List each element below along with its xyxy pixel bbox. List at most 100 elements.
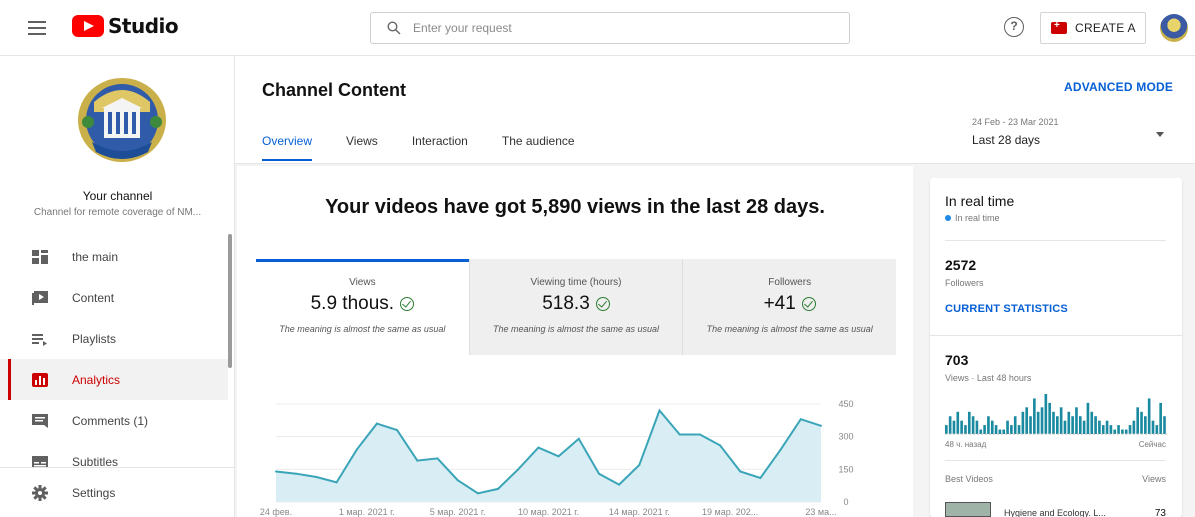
data-point[interactable] (597, 472, 600, 475)
chevron-down-icon[interactable] (1156, 132, 1164, 137)
realtime-bar[interactable] (1109, 425, 1113, 434)
realtime-bar[interactable] (975, 420, 979, 434)
sidebar-item-content[interactable]: Content (0, 277, 228, 318)
realtime-bar[interactable] (983, 425, 986, 434)
realtime-bar[interactable] (1029, 416, 1032, 434)
sidebar-item-playlists[interactable]: Playlists (0, 318, 228, 359)
data-point[interactable] (355, 448, 358, 451)
realtime-bar[interactable] (1036, 411, 1040, 434)
data-point[interactable] (517, 468, 520, 471)
realtime-bar[interactable] (1098, 420, 1101, 434)
data-point[interactable] (436, 457, 439, 460)
realtime-bar[interactable] (1082, 420, 1086, 434)
data-point[interactable] (739, 470, 742, 473)
realtime-bar[interactable] (960, 420, 963, 434)
help-icon[interactable]: ? (1004, 17, 1024, 37)
metric-card-views[interactable]: Views 5.9 thous. The meaning is almost t… (256, 259, 469, 355)
realtime-bar[interactable] (1140, 411, 1143, 434)
realtime-bar[interactable] (967, 411, 971, 434)
data-point[interactable] (678, 433, 681, 436)
realtime-bar[interactable] (1147, 398, 1151, 434)
data-point[interactable] (456, 479, 459, 482)
data-point[interactable] (820, 424, 822, 427)
realtime-bar[interactable] (987, 416, 990, 434)
realtime-bar[interactable] (1017, 425, 1021, 434)
account-avatar[interactable] (1160, 14, 1188, 42)
top-video-title[interactable]: Hygiene and Ecology. L... (1004, 508, 1106, 517)
data-point[interactable] (638, 463, 641, 466)
realtime-bar[interactable] (1006, 420, 1009, 434)
tab-audience[interactable]: The audience (502, 134, 575, 161)
realtime-bar[interactable] (945, 425, 948, 434)
sidebar-item-comments[interactable]: Comments (1) (0, 400, 228, 441)
realtime-bar[interactable] (1052, 411, 1055, 434)
realtime-bar[interactable] (1113, 429, 1117, 434)
realtime-bar[interactable] (1063, 420, 1067, 434)
realtime-bar[interactable] (1132, 420, 1136, 434)
realtime-bar[interactable] (948, 416, 952, 434)
sidebar-item-settings[interactable]: Settings (0, 467, 235, 517)
realtime-bar[interactable] (998, 429, 1002, 434)
realtime-bar[interactable] (1086, 402, 1090, 434)
current-statistics-link[interactable]: CURRENT STATISTICS (945, 303, 1068, 315)
data-point[interactable] (537, 446, 540, 449)
data-point[interactable] (759, 477, 762, 480)
tab-interaction[interactable]: Interaction (412, 134, 468, 161)
realtime-bar[interactable] (1025, 407, 1029, 434)
realtime-bar[interactable] (1117, 425, 1120, 434)
sidebar-item-main[interactable]: the main (0, 236, 228, 277)
video-thumbnail[interactable] (945, 502, 991, 517)
menu-icon[interactable] (28, 18, 52, 38)
realtime-bar[interactable] (994, 425, 998, 434)
realtime-bar[interactable] (1159, 402, 1162, 434)
realtime-bar[interactable] (1075, 407, 1078, 434)
realtime-bar[interactable] (1059, 407, 1063, 434)
realtime-bar[interactable] (1105, 420, 1109, 434)
data-point[interactable] (335, 481, 338, 484)
data-point[interactable] (275, 470, 277, 473)
sidebar-item-analytics[interactable]: Analytics (0, 359, 228, 400)
realtime-bar[interactable] (1094, 416, 1097, 434)
data-point[interactable] (497, 487, 500, 490)
metric-card-watch-time[interactable]: Viewing time (hours) 518.3 The meaning i… (468, 259, 683, 355)
tab-views[interactable]: Views (346, 134, 378, 161)
date-range-text[interactable]: 24 Feb - 23 Mar 2021 (972, 117, 1059, 127)
realtime-bar[interactable] (1128, 425, 1132, 434)
realtime-bar[interactable] (1155, 425, 1159, 434)
realtime-bar[interactable] (1013, 416, 1017, 434)
search-box[interactable] (370, 12, 850, 44)
realtime-bar[interactable] (1090, 411, 1094, 434)
data-point[interactable] (557, 455, 560, 458)
data-point[interactable] (719, 444, 722, 447)
realtime-bar[interactable] (1144, 416, 1147, 434)
search-input[interactable] (413, 21, 833, 35)
realtime-bar[interactable] (1010, 425, 1013, 434)
realtime-bar[interactable] (964, 425, 967, 434)
realtime-bar[interactable] (979, 429, 983, 434)
realtime-bar[interactable] (1101, 425, 1105, 434)
realtime-bar-chart[interactable] (945, 390, 1167, 436)
realtime-bar[interactable] (1136, 407, 1140, 434)
tab-overview[interactable]: Overview (262, 134, 313, 161)
advanced-mode-link[interactable]: ADVANCED MODE (1064, 80, 1173, 94)
realtime-bar[interactable] (1124, 429, 1128, 434)
data-point[interactable] (476, 492, 479, 495)
data-point[interactable] (295, 472, 298, 475)
realtime-bar[interactable] (1078, 416, 1082, 434)
data-point[interactable] (698, 433, 701, 436)
data-point[interactable] (577, 437, 580, 440)
realtime-bar[interactable] (990, 420, 994, 434)
data-point[interactable] (779, 448, 782, 451)
realtime-bar[interactable] (1002, 429, 1006, 434)
date-period-select[interactable]: Last 28 days (972, 133, 1040, 147)
data-point[interactable] (799, 418, 802, 421)
realtime-bar[interactable] (1163, 416, 1166, 434)
realtime-bar[interactable] (1151, 420, 1155, 434)
realtime-bar[interactable] (956, 411, 960, 434)
realtime-bar[interactable] (1067, 411, 1071, 434)
channel-title[interactable]: Your channel (0, 189, 235, 203)
channel-crest-logo[interactable] (74, 72, 170, 168)
realtime-bar[interactable] (1121, 429, 1124, 434)
sidebar-scrollbar[interactable] (228, 234, 232, 368)
data-point[interactable] (315, 475, 318, 478)
